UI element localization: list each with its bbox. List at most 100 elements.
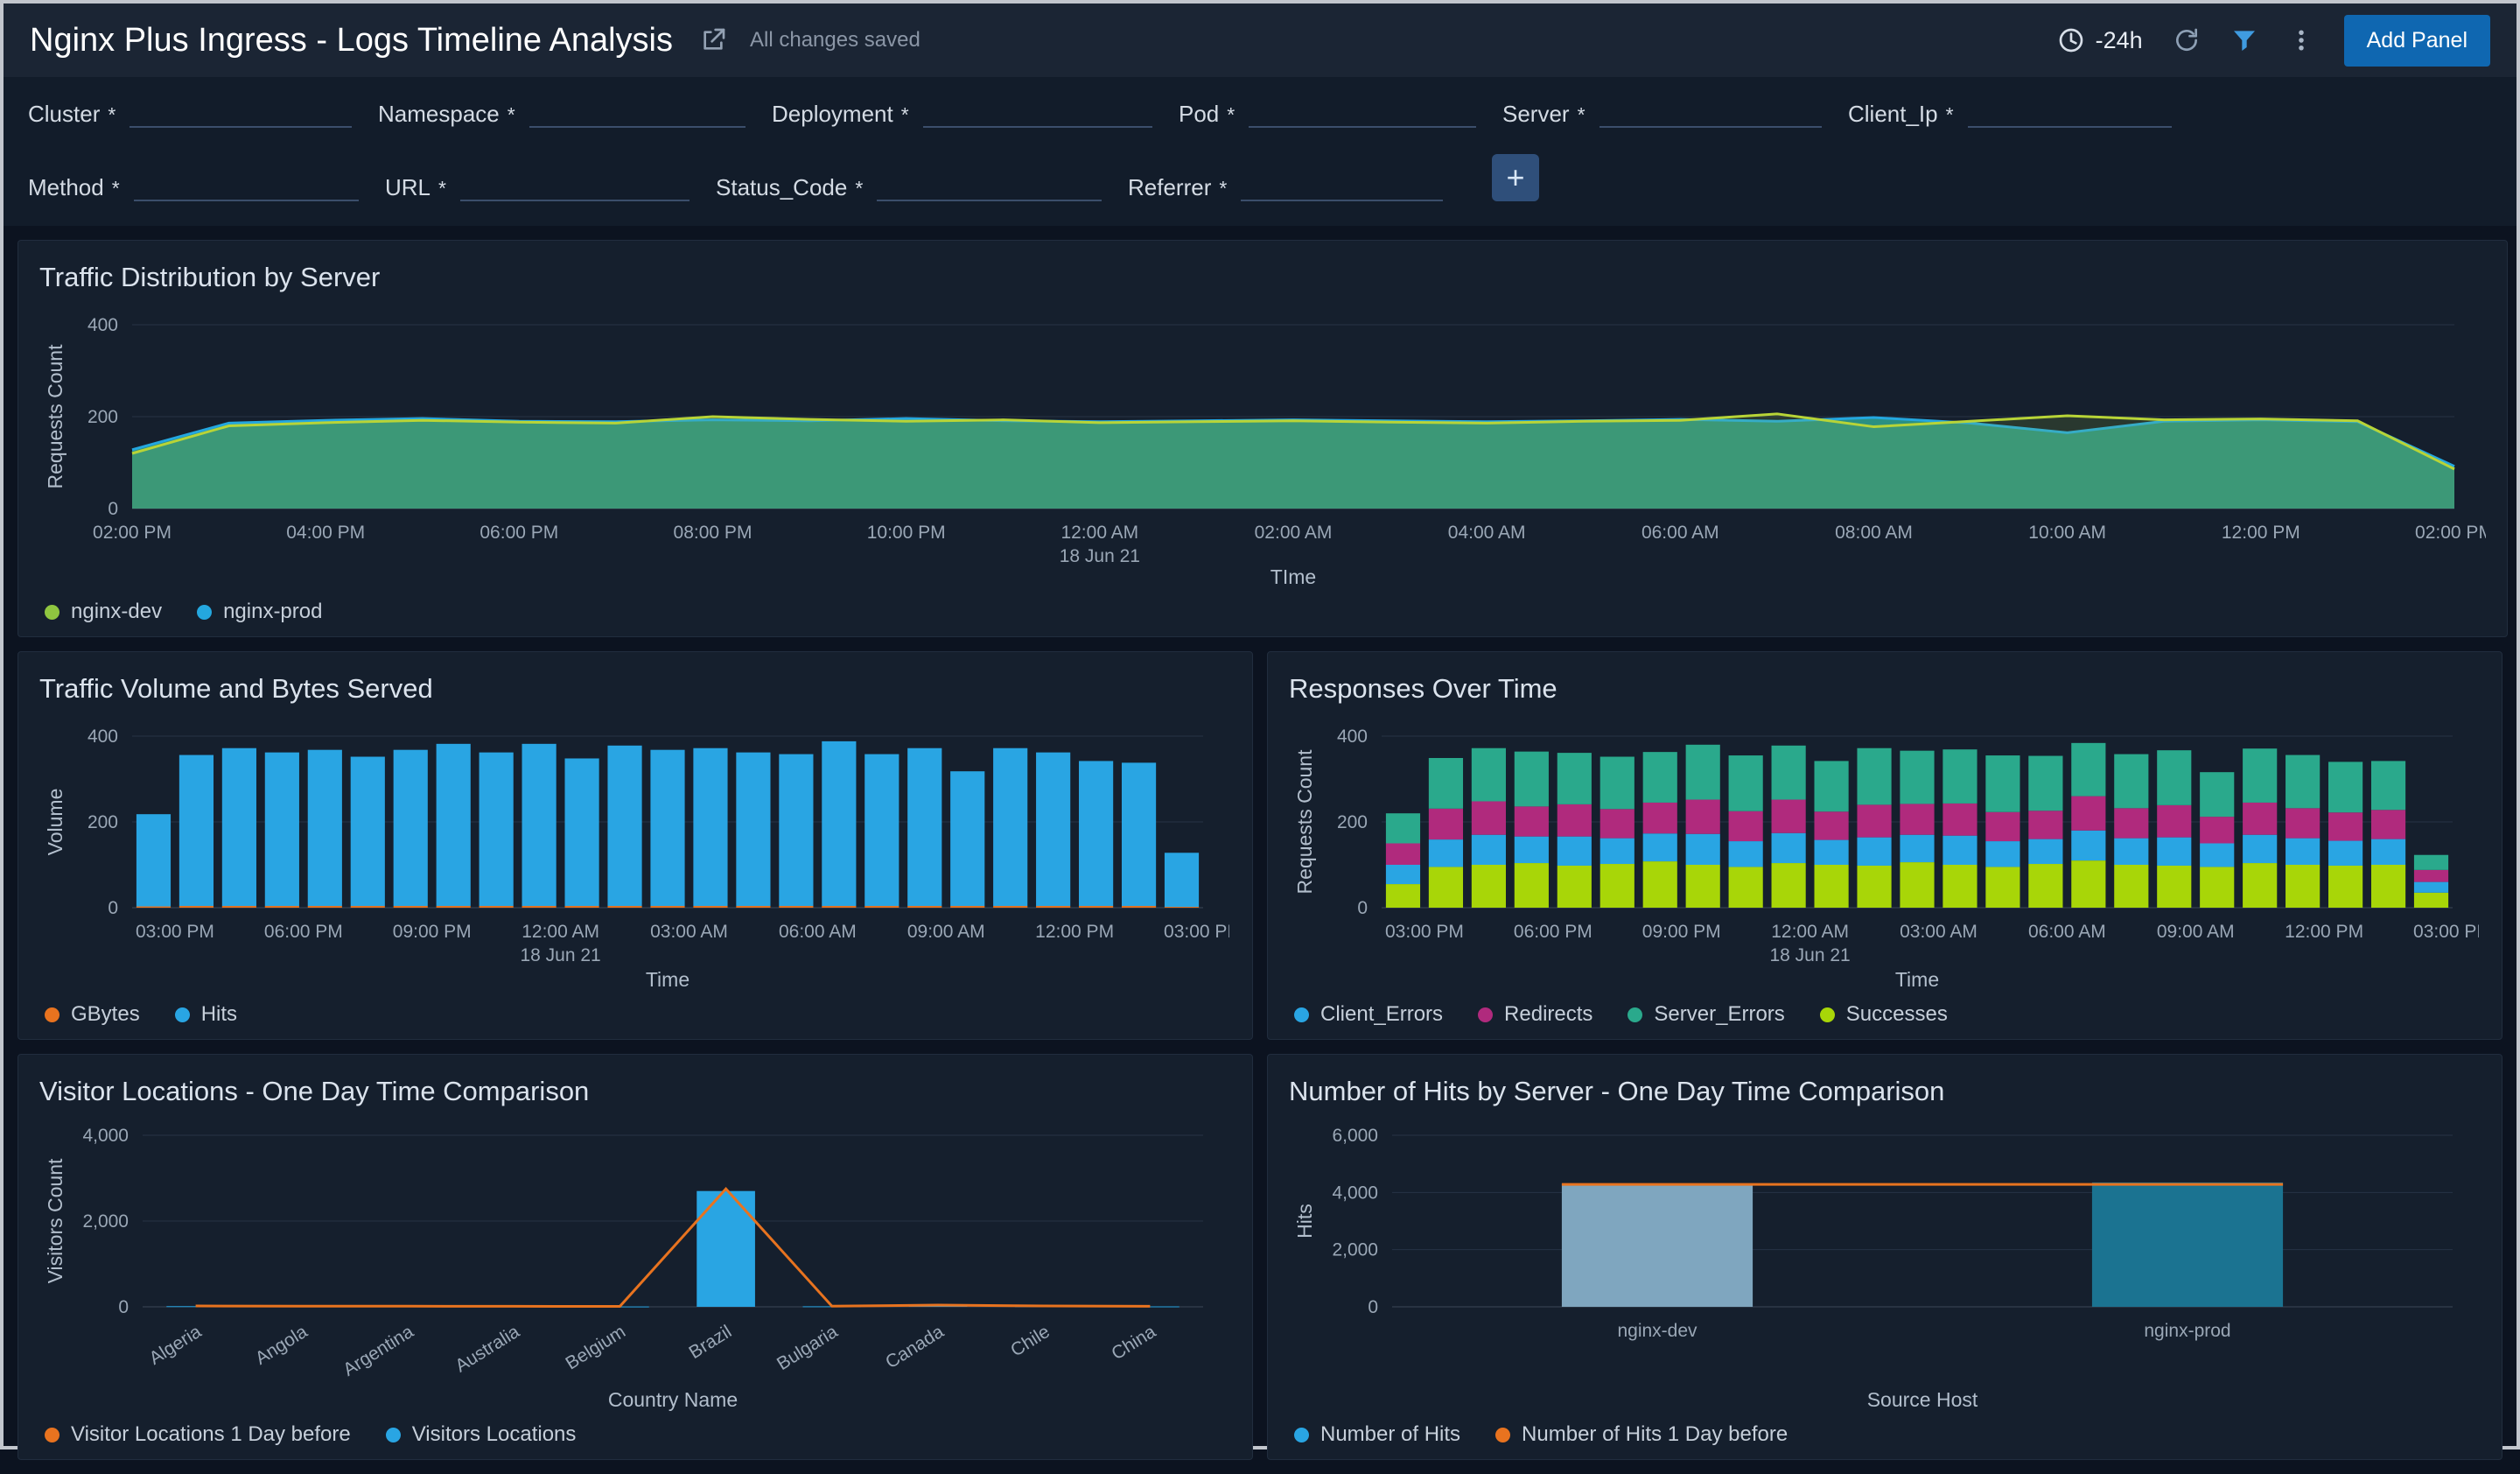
svg-text:Bulgaria: Bulgaria <box>774 1322 842 1375</box>
clock-icon <box>2057 26 2085 54</box>
legend-label: Redirects <box>1504 1002 1592 1027</box>
filter-client-ip: Client_Ip* <box>1848 96 2198 128</box>
filter-deployment: Deployment* <box>772 96 1179 128</box>
legend-label: Visitor Locations 1 Day before <box>71 1422 351 1447</box>
chart-legend: GBytes Hits <box>39 1002 1231 1027</box>
svg-text:200: 200 <box>1337 812 1368 832</box>
visitor-locations-chart: 02,0004,000AlgeriaAngolaArgentinaAustral… <box>39 1127 1229 1415</box>
legend-label: Client_Errors <box>1320 1002 1443 1027</box>
svg-text:03:00 AM: 03:00 AM <box>650 922 728 942</box>
top-bar: Nginx Plus Ingress - Logs Timeline Analy… <box>4 4 2516 77</box>
filter-method-input[interactable] <box>134 170 359 201</box>
filter-pod-input[interactable] <box>1249 96 1476 128</box>
time-range-selector[interactable]: -24h <box>2057 26 2143 54</box>
svg-text:Belgium: Belgium <box>563 1322 630 1374</box>
svg-text:0: 0 <box>118 1297 129 1317</box>
legend-item[interactable]: Visitors Locations <box>386 1422 577 1447</box>
svg-text:06:00 AM: 06:00 AM <box>2028 922 2106 942</box>
legend-item[interactable]: Hits <box>175 1002 237 1027</box>
svg-text:06:00 AM: 06:00 AM <box>779 922 857 942</box>
legend-swatch <box>45 1007 60 1022</box>
legend-item[interactable]: Server_Errors <box>1628 1002 1784 1027</box>
svg-text:Requests Count: Requests Count <box>1293 749 1316 895</box>
filter-label: Deployment* <box>772 101 909 128</box>
svg-text:Time: Time <box>646 968 690 991</box>
svg-text:2,000: 2,000 <box>1332 1240 1378 1260</box>
svg-text:18 Jun 21: 18 Jun 21 <box>1060 546 1140 566</box>
filter-cluster-input[interactable] <box>130 96 352 128</box>
legend-label: Successes <box>1846 1002 1948 1027</box>
add-filter-button[interactable]: + <box>1492 154 1539 201</box>
svg-text:03:00 PM: 03:00 PM <box>136 922 214 942</box>
svg-text:Time: Time <box>1895 968 1939 991</box>
legend-swatch <box>45 1428 60 1442</box>
filter-method: Method* <box>28 170 385 201</box>
svg-text:Brazil: Brazil <box>686 1322 736 1363</box>
traffic-volume-chart: 020040003:00 PM06:00 PM09:00 PM12:00 AM1… <box>39 724 1229 995</box>
filter-server-input[interactable] <box>1600 96 1822 128</box>
svg-text:08:00 AM: 08:00 AM <box>1835 523 1913 543</box>
filter-label: Status_Code* <box>716 174 863 201</box>
legend-label: nginx-prod <box>223 600 322 624</box>
more-options-button[interactable] <box>2288 27 2314 53</box>
add-panel-button[interactable]: Add Panel <box>2344 15 2490 67</box>
filter-namespace-input[interactable] <box>529 96 746 128</box>
legend-item[interactable]: GBytes <box>45 1002 140 1027</box>
panel-responses-over-time: Responses Over Time 020040003:00 PM06:00… <box>1267 651 2502 1040</box>
svg-text:06:00 PM: 06:00 PM <box>1514 922 1592 942</box>
legend-item[interactable]: Visitor Locations 1 Day before <box>45 1422 351 1447</box>
svg-text:Visitors Count: Visitors Count <box>44 1158 66 1283</box>
legend-swatch <box>1478 1007 1493 1022</box>
legend-swatch <box>175 1007 190 1022</box>
legend-label: Number of Hits 1 Day before <box>1522 1422 1788 1447</box>
panel-traffic-volume: Traffic Volume and Bytes Served 02004000… <box>18 651 1253 1040</box>
legend-item[interactable]: Redirects <box>1478 1002 1592 1027</box>
legend-swatch <box>386 1428 401 1442</box>
panel-hits-by-server: Number of Hits by Server - One Day Time … <box>1267 1054 2502 1460</box>
legend-item[interactable]: nginx-prod <box>197 600 322 624</box>
svg-text:China: China <box>1108 1322 1159 1365</box>
filter-label: Namespace* <box>378 101 515 128</box>
svg-text:Australia: Australia <box>452 1322 523 1377</box>
panel-title: Traffic Distribution by Server <box>39 262 2486 293</box>
share-button[interactable] <box>699 26 727 54</box>
svg-text:nginx-prod: nginx-prod <box>2144 1321 2230 1341</box>
svg-text:02:00 AM: 02:00 AM <box>1255 523 1333 543</box>
filter-status-code-input[interactable] <box>877 170 1102 201</box>
legend-item[interactable]: Client_Errors <box>1294 1002 1443 1027</box>
required-marker: * <box>1578 103 1586 126</box>
filter-url-input[interactable] <box>460 170 690 201</box>
svg-text:Canada: Canada <box>882 1322 948 1373</box>
svg-text:12:00 AM: 12:00 AM <box>522 922 599 942</box>
legend-swatch <box>45 605 60 620</box>
filter-cluster: Cluster* <box>28 96 378 128</box>
legend-label: Server_Errors <box>1654 1002 1784 1027</box>
legend-item[interactable]: Number of Hits <box>1294 1422 1460 1447</box>
legend-item[interactable]: Number of Hits 1 Day before <box>1495 1422 1788 1447</box>
legend-label: Hits <box>201 1002 237 1027</box>
svg-text:12:00 PM: 12:00 PM <box>2285 922 2363 942</box>
filter-deployment-input[interactable] <box>923 96 1152 128</box>
filter-client-ip-input[interactable] <box>1968 96 2172 128</box>
svg-text:Chile: Chile <box>1007 1322 1054 1361</box>
svg-text:02:00 PM: 02:00 PM <box>2415 523 2486 543</box>
hits-by-server-chart: 02,0004,0006,000nginx-devnginx-prodSourc… <box>1289 1127 2479 1415</box>
svg-text:400: 400 <box>88 315 118 335</box>
traffic-distribution-chart: 020040002:00 PM04:00 PM06:00 PM08:00 PM1… <box>39 312 2486 593</box>
svg-text:0: 0 <box>108 499 118 519</box>
legend-swatch <box>1820 1007 1835 1022</box>
filter-referrer-input[interactable] <box>1241 170 1443 201</box>
required-marker: * <box>1219 177 1227 200</box>
legend-item[interactable]: nginx-dev <box>45 600 162 624</box>
svg-text:12:00 PM: 12:00 PM <box>2222 523 2300 543</box>
filter-row-2: Method* URL* Status_Code* Referrer* + <box>28 154 2492 201</box>
svg-text:0: 0 <box>108 898 118 918</box>
filter-button[interactable] <box>2230 26 2258 54</box>
legend-swatch <box>1294 1007 1309 1022</box>
filter-icon <box>2230 26 2258 54</box>
kebab-menu-icon <box>2288 27 2314 53</box>
legend-item[interactable]: Successes <box>1820 1002 1948 1027</box>
refresh-button[interactable] <box>2173 26 2201 54</box>
legend-swatch <box>197 605 212 620</box>
chart-legend: Client_Errors Redirects Server_Errors Succe… <box>1289 1002 2481 1027</box>
